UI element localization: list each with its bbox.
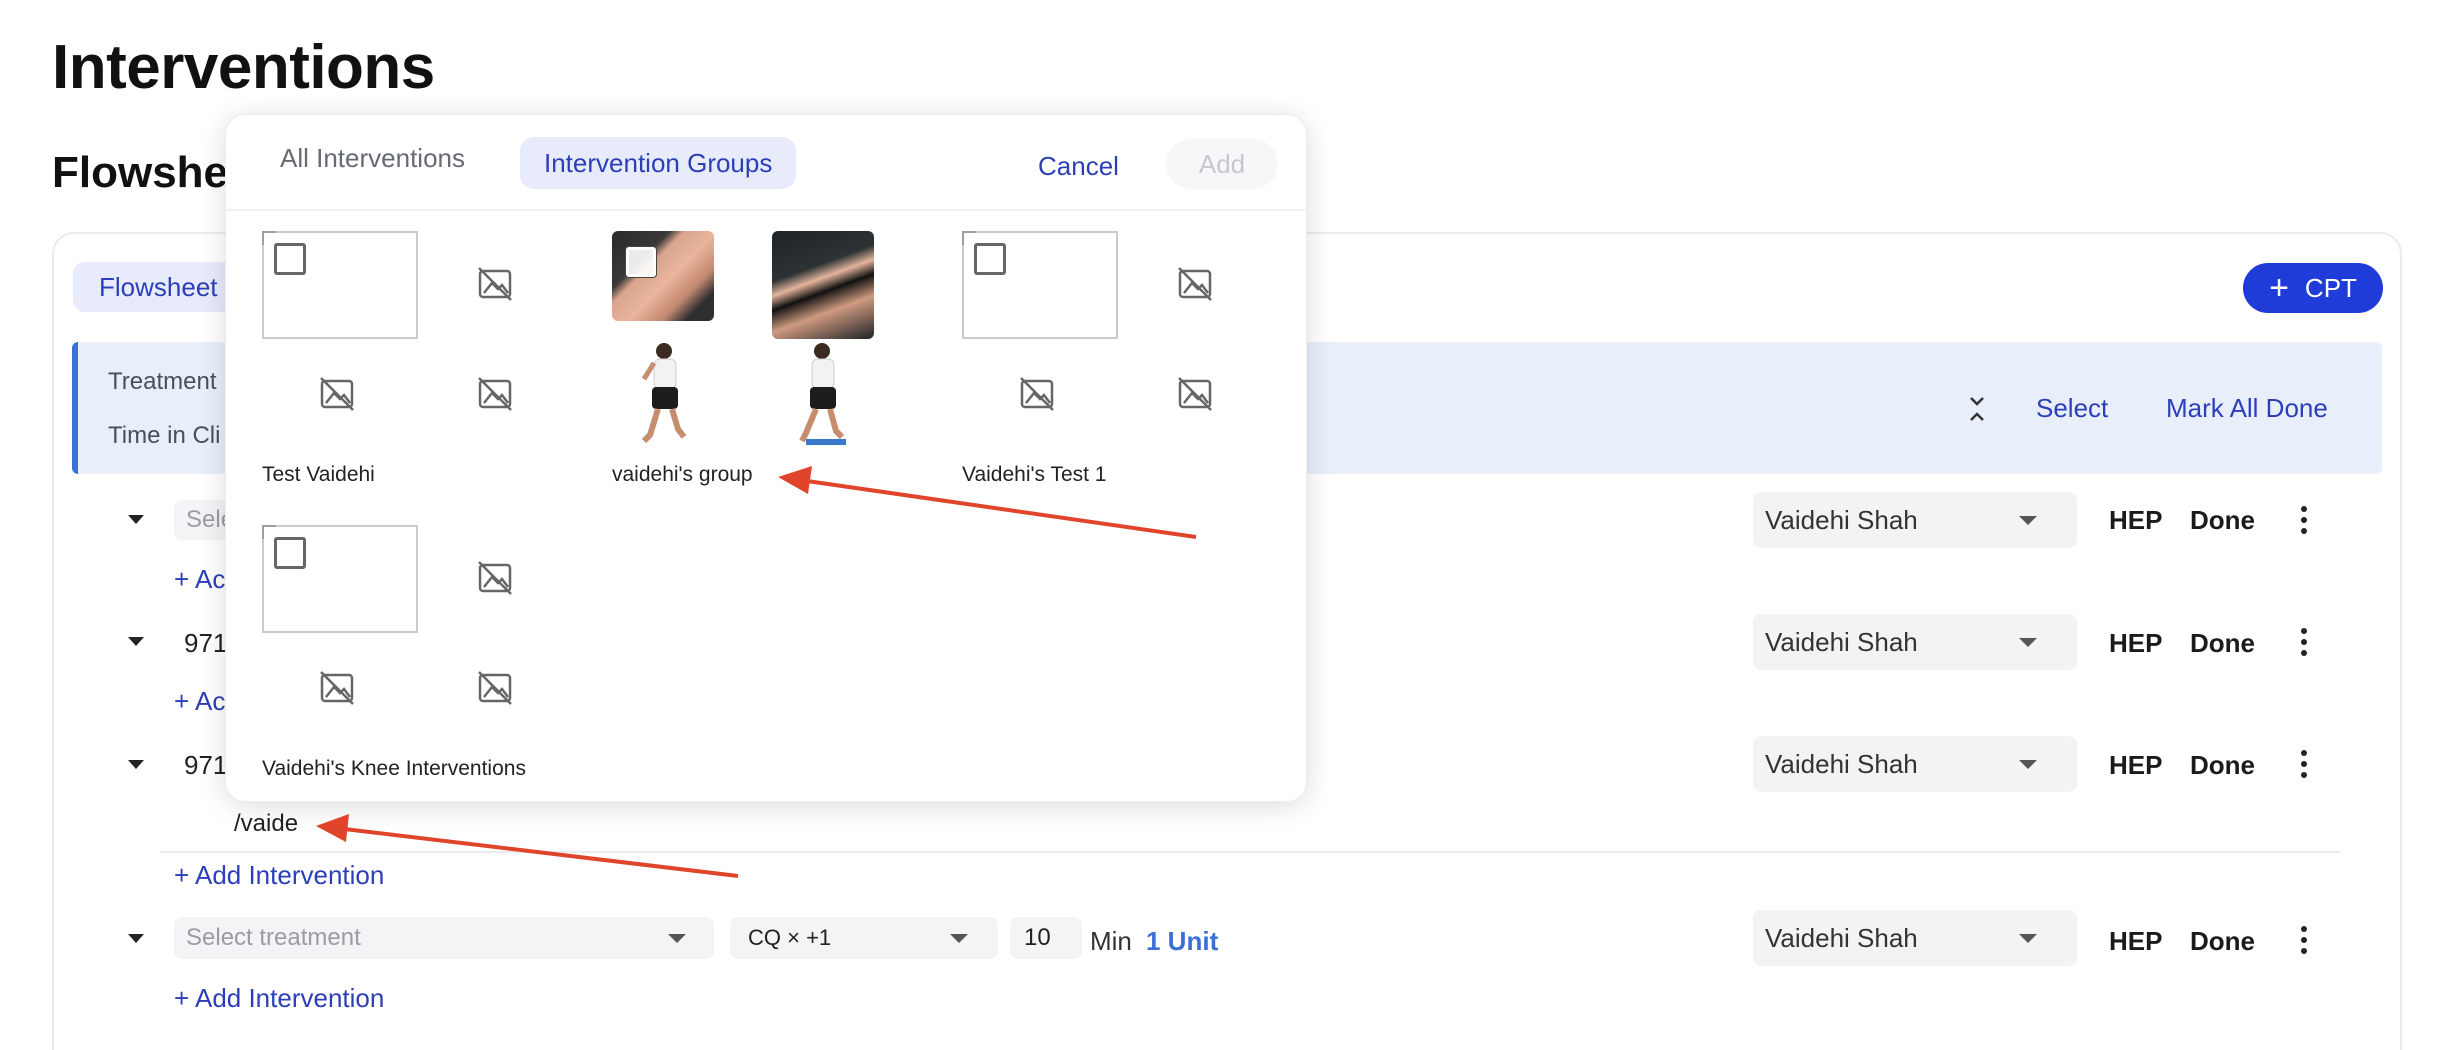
annotation-arrow <box>316 814 739 878</box>
annotation-arrows <box>316 466 1197 878</box>
annotation-arrow <box>778 466 1197 539</box>
